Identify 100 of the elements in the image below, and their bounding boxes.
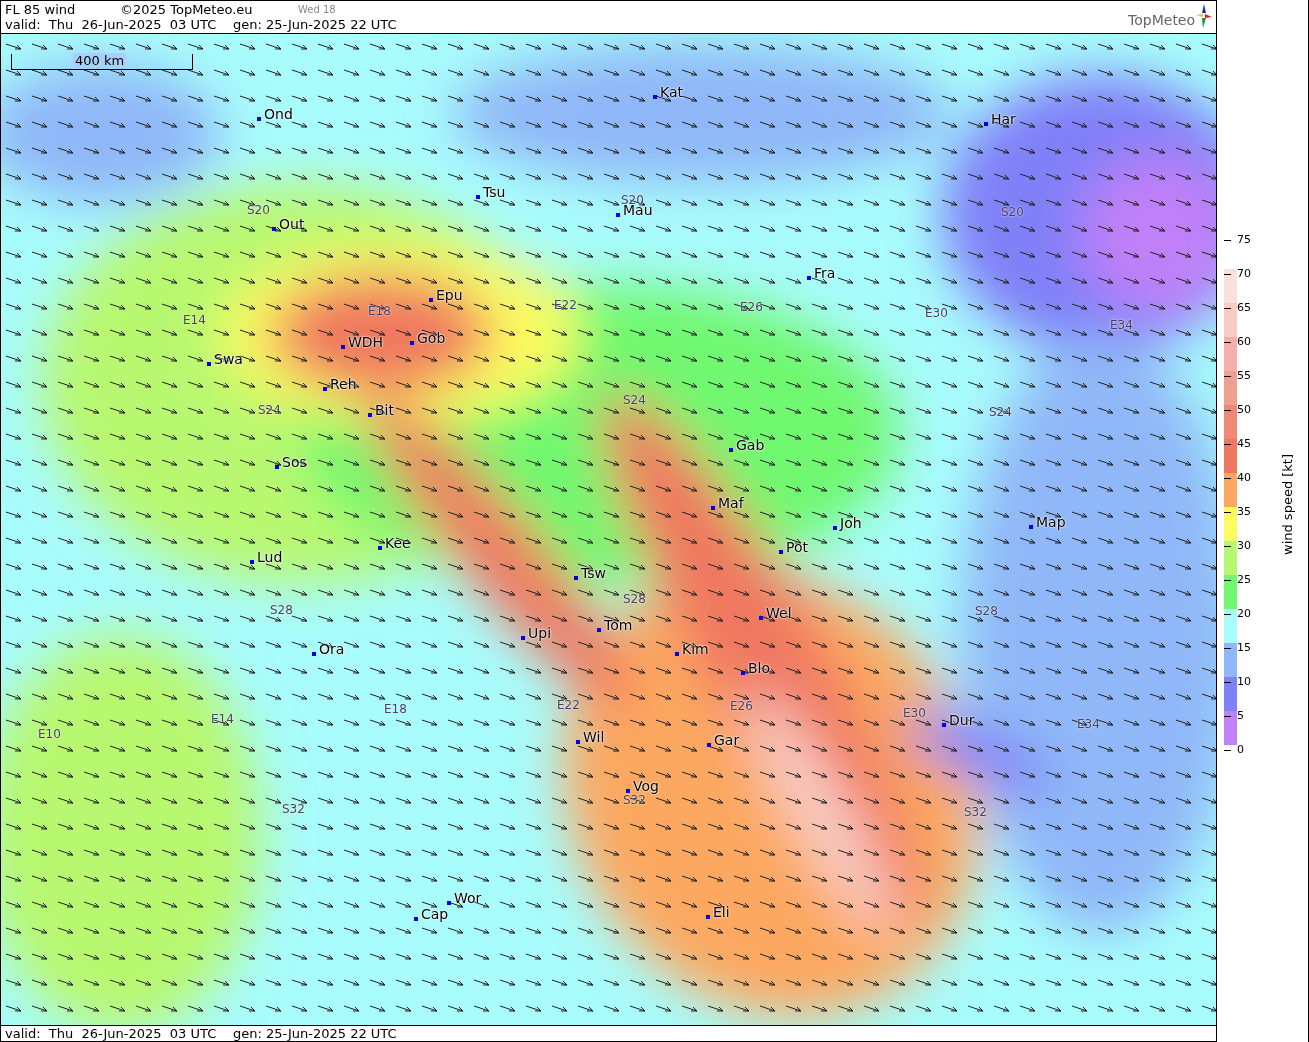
city-marker bbox=[741, 671, 745, 675]
tick-label: 75 bbox=[1237, 234, 1252, 246]
city-label: Wor bbox=[454, 891, 482, 906]
city-marker bbox=[576, 740, 580, 744]
legend-title: wind speed [kt] bbox=[1280, 453, 1296, 555]
grid-label: S20 bbox=[1001, 205, 1024, 219]
tick-label: 20 bbox=[1237, 608, 1252, 620]
city-marker bbox=[616, 213, 620, 217]
city-marker bbox=[1029, 525, 1033, 529]
city-marker bbox=[597, 628, 601, 632]
city-label: Upi bbox=[528, 626, 552, 641]
city-label: Wel bbox=[766, 606, 792, 621]
city-marker bbox=[447, 901, 451, 905]
tick-mark bbox=[1224, 511, 1232, 513]
city-label: Tsu bbox=[483, 185, 506, 200]
city-marker bbox=[341, 345, 345, 349]
compass-star-icon bbox=[1196, 4, 1213, 28]
copyright-text: ©2025 TopMeteo.eu bbox=[119, 1, 253, 17]
city-marker bbox=[942, 723, 946, 727]
city-label: Pot bbox=[786, 540, 808, 555]
city-label: Maf bbox=[718, 496, 744, 511]
city-marker bbox=[833, 526, 837, 530]
city-label: Eli bbox=[713, 905, 730, 920]
generated-time: gen: 25-Jun-2025 22 UTC bbox=[232, 1026, 397, 1041]
city-marker bbox=[626, 789, 630, 793]
tick-label: 70 bbox=[1237, 268, 1252, 280]
city-label: Vog bbox=[633, 779, 659, 794]
city-label: Fra bbox=[814, 266, 836, 281]
city-label: Lud bbox=[257, 550, 283, 565]
map-title: FL 85 wind bbox=[4, 1, 76, 17]
grid-label: E26 bbox=[730, 699, 753, 713]
grid-label: S28 bbox=[270, 603, 293, 617]
city-marker bbox=[711, 506, 715, 510]
grid-label: E34 bbox=[1110, 318, 1133, 332]
city-label: Gob bbox=[417, 331, 446, 346]
run-label: Wed 18 bbox=[297, 2, 336, 17]
city-label: WDH bbox=[348, 335, 384, 350]
city-marker bbox=[272, 227, 276, 231]
city-label: Kat bbox=[660, 85, 683, 100]
city-marker bbox=[378, 546, 382, 550]
valid-time: valid: Thu 26-Jun-2025 03 UTC bbox=[4, 1026, 218, 1041]
city-marker bbox=[275, 465, 279, 469]
city-label: Wil bbox=[583, 730, 605, 745]
tick-mark bbox=[1224, 307, 1232, 309]
tick-label: 10 bbox=[1237, 676, 1252, 688]
city-marker bbox=[706, 915, 710, 919]
city-label: Swa bbox=[214, 352, 243, 367]
city-label: Ora bbox=[319, 642, 345, 657]
tick-mark bbox=[1224, 681, 1232, 683]
tick-mark bbox=[1224, 749, 1232, 751]
grid-label: S28 bbox=[975, 604, 998, 618]
city-marker bbox=[984, 122, 988, 126]
city-marker bbox=[779, 550, 783, 554]
city-marker bbox=[574, 576, 578, 580]
city-label: Gab bbox=[736, 438, 765, 453]
grid-label: E22 bbox=[557, 698, 580, 712]
city-label: Tom bbox=[604, 618, 633, 633]
city-label: Kim bbox=[682, 642, 709, 657]
city-marker bbox=[368, 413, 372, 417]
tick-label: 30 bbox=[1237, 540, 1252, 552]
city-marker bbox=[323, 387, 327, 391]
grid-label: S32 bbox=[964, 805, 987, 819]
city-marker bbox=[207, 362, 211, 366]
tick-mark bbox=[1224, 715, 1232, 717]
tick-label: 60 bbox=[1237, 336, 1252, 348]
tick-mark bbox=[1224, 477, 1232, 479]
city-marker bbox=[257, 117, 261, 121]
grid-label: E30 bbox=[903, 706, 926, 720]
tick-label: 45 bbox=[1237, 438, 1252, 450]
city-label: Tsw bbox=[581, 566, 606, 581]
city-marker bbox=[707, 743, 711, 747]
grid-label: E18 bbox=[384, 702, 407, 716]
grid-label: E34 bbox=[1077, 717, 1100, 731]
tick-label: 0 bbox=[1237, 744, 1245, 756]
tick-mark bbox=[1224, 409, 1232, 411]
city-label: Kee bbox=[385, 536, 411, 551]
grid-label: E30 bbox=[925, 306, 948, 320]
grid-label: E26 bbox=[740, 300, 763, 314]
city-marker bbox=[410, 341, 414, 345]
grid-label: S32 bbox=[282, 802, 305, 816]
city-marker bbox=[476, 195, 480, 199]
tick-label: 35 bbox=[1237, 506, 1252, 518]
city-label: Blo bbox=[748, 661, 771, 676]
city-label: Out bbox=[279, 217, 305, 232]
city-marker bbox=[312, 652, 316, 656]
city-label: Dur bbox=[949, 713, 975, 728]
tick-label: 65 bbox=[1237, 302, 1252, 314]
city-marker bbox=[414, 917, 418, 921]
tick-label: 50 bbox=[1237, 404, 1252, 416]
city-label: Cap bbox=[421, 907, 449, 922]
city-marker bbox=[729, 448, 733, 452]
city-marker bbox=[521, 636, 525, 640]
tick-mark bbox=[1224, 647, 1232, 649]
tick-label: 55 bbox=[1237, 370, 1252, 382]
grid-label: S20 bbox=[247, 203, 270, 217]
city-marker bbox=[250, 560, 254, 564]
city-label: Map bbox=[1036, 515, 1066, 530]
scale-label: 400 km bbox=[73, 53, 127, 68]
tick-mark bbox=[1224, 579, 1232, 581]
tick-mark bbox=[1224, 613, 1232, 615]
